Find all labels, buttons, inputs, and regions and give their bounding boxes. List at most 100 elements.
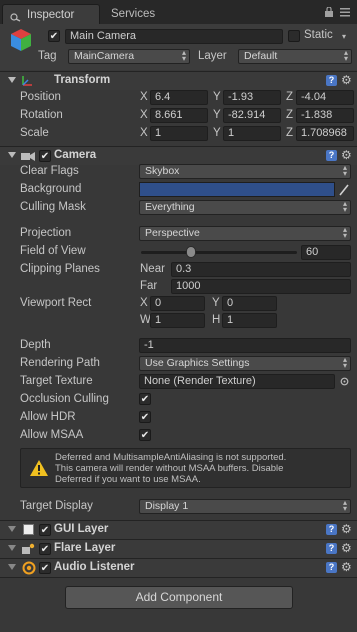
audio-listener-title: Audio Listener <box>54 561 135 573</box>
allow-hdr-label: Allow HDR <box>20 411 76 423</box>
layer-label: Layer <box>198 50 227 62</box>
foldout-arrow-icon[interactable] <box>8 77 16 83</box>
allow-hdr-checkbox[interactable]: ✔ <box>139 411 151 423</box>
foldout-arrow-icon[interactable] <box>8 545 16 551</box>
occlusion-culling-checkbox[interactable]: ✔ <box>139 393 151 405</box>
background-label: Background <box>20 183 82 195</box>
position-y-field[interactable]: -1.93 <box>223 90 281 105</box>
gear-icon[interactable]: ⚙ <box>341 522 352 536</box>
gear-icon[interactable]: ⚙ <box>341 560 352 574</box>
inspector-icon <box>10 9 22 22</box>
axis-x-label: X <box>140 109 148 121</box>
position-x-field[interactable]: 6.4 <box>150 90 208 105</box>
add-component-button[interactable]: Add Component <box>65 586 293 609</box>
audio-listener-icon <box>22 561 36 578</box>
near-label: Near <box>140 263 165 275</box>
help-icon[interactable]: ? <box>326 543 337 554</box>
camera-enabled-checkbox[interactable]: ✔ <box>39 150 51 162</box>
help-icon[interactable]: ? <box>326 524 337 535</box>
help-icon[interactable]: ? <box>326 562 337 573</box>
help-icon[interactable]: ? <box>326 75 337 86</box>
viewport-y-field[interactable]: 0 <box>222 296 277 311</box>
fov-field[interactable]: 60 <box>301 245 351 260</box>
allow-msaa-label: Allow MSAA <box>20 429 84 441</box>
target-texture-label: Target Texture <box>20 375 93 387</box>
projection-dropdown[interactable]: Perspective ▴ ▾ <box>139 226 351 241</box>
clear-flags-dropdown[interactable]: Skybox ▴ ▾ <box>139 164 351 179</box>
context-menu-icon[interactable] <box>340 7 350 17</box>
object-name-field[interactable]: Main Camera <box>65 29 283 44</box>
rotation-z-field[interactable]: -1.838 <box>296 108 354 123</box>
updown-arrow-icon: ▴ ▾ <box>342 499 347 513</box>
fov-label: Field of View <box>20 245 86 257</box>
foldout-arrow-icon[interactable] <box>8 526 16 532</box>
transform-header[interactable]: Transform ? ⚙ <box>0 71 357 90</box>
foldout-arrow-icon[interactable] <box>8 564 16 570</box>
viewport-w-field[interactable]: 1 <box>150 313 205 328</box>
near-field[interactable]: 0.3 <box>171 262 351 277</box>
rotation-y-field[interactable]: -82.914 <box>223 108 281 123</box>
camera-header[interactable]: ✔ Camera ? ⚙ <box>0 146 357 165</box>
fov-slider-thumb[interactable] <box>186 246 196 258</box>
tab-bar: Inspector Services <box>0 0 357 24</box>
foldout-arrow-icon[interactable] <box>8 152 16 158</box>
gear-icon[interactable]: ⚙ <box>341 541 352 555</box>
culling-mask-value: Everything <box>145 201 195 213</box>
position-z-field[interactable]: -4.04 <box>296 90 354 105</box>
scale-x-field[interactable]: 1 <box>150 126 208 141</box>
lock-icon[interactable] <box>325 6 333 17</box>
far-field[interactable]: 1000 <box>171 279 351 294</box>
viewport-x-field[interactable]: 0 <box>150 296 205 311</box>
static-dropdown-icon[interactable]: ▾ <box>342 32 346 41</box>
background-color-field[interactable] <box>139 182 335 197</box>
target-display-dropdown[interactable]: Display 1 ▴ ▾ <box>139 499 351 514</box>
rendering-path-dropdown[interactable]: Use Graphics Settings ▴ ▾ <box>139 356 351 371</box>
eyedropper-icon[interactable] <box>338 183 350 199</box>
rotation-x-field[interactable]: 8.661 <box>150 108 208 123</box>
gui-layer-checkbox[interactable]: ✔ <box>39 524 51 536</box>
warning-icon <box>29 459 49 480</box>
warning-line: Deferred and MultisampleAntiAliasing is … <box>55 452 287 463</box>
updown-arrow-icon: ▴ ▾ <box>181 49 186 63</box>
axis-y-label: Y <box>213 109 221 121</box>
gui-layer-icon <box>23 524 34 535</box>
viewport-h-label: H <box>212 314 221 326</box>
scale-y-field[interactable]: 1 <box>223 126 281 141</box>
clear-flags-value: Skybox <box>145 165 180 177</box>
position-label: Position <box>20 91 61 103</box>
flare-layer-checkbox[interactable]: ✔ <box>39 543 51 555</box>
rotation-label: Rotation <box>20 109 63 121</box>
active-checkbox[interactable]: ✔ <box>48 30 60 42</box>
tag-dropdown[interactable]: MainCamera ▴ ▾ <box>68 49 190 64</box>
tab-inspector[interactable]: Inspector <box>2 4 100 24</box>
static-checkbox[interactable] <box>288 30 300 42</box>
target-display-value: Display 1 <box>145 500 189 512</box>
updown-arrow-icon: ▴ ▾ <box>342 200 347 214</box>
scale-z-field[interactable]: 1.708968 <box>296 126 354 141</box>
help-icon[interactable]: ? <box>326 150 337 161</box>
tab-services[interactable]: Services <box>106 4 176 24</box>
depth-field[interactable]: -1 <box>139 338 351 353</box>
fov-slider-track[interactable] <box>141 251 297 254</box>
far-label: Far <box>140 280 158 292</box>
object-picker-icon[interactable] <box>340 377 349 389</box>
position-row: Position X 6.4 Y -1.93 Z -4.04 <box>0 90 357 108</box>
allow-msaa-checkbox[interactable]: ✔ <box>139 429 151 441</box>
static-label: Static <box>304 29 333 41</box>
camera-title: Camera <box>54 149 97 161</box>
rotation-row: Rotation X 8.661 Y -82.914 Z -1.838 <box>0 108 357 126</box>
axis-z-label: Z <box>286 127 294 139</box>
gui-layer-header[interactable]: ✔ GUI Layer ? ⚙ <box>0 520 357 539</box>
transform-title: Transform <box>54 74 111 86</box>
audio-listener-checkbox[interactable]: ✔ <box>39 562 51 574</box>
viewport-h-field[interactable]: 1 <box>222 313 277 328</box>
flare-layer-header[interactable]: ✔ Flare Layer ? ⚙ <box>0 539 357 558</box>
divider <box>0 577 357 578</box>
audio-listener-header[interactable]: ✔ Audio Listener ? ⚙ <box>0 558 357 577</box>
layer-dropdown[interactable]: Default ▴ ▾ <box>238 49 352 64</box>
gear-icon[interactable]: ⚙ <box>341 148 352 162</box>
warning-text: Deferred and MultisampleAntiAliasing is … <box>55 452 349 485</box>
target-texture-field[interactable]: None (Render Texture) <box>139 374 335 389</box>
gear-icon[interactable]: ⚙ <box>341 73 352 87</box>
culling-mask-dropdown[interactable]: Everything ▴ ▾ <box>139 200 351 215</box>
